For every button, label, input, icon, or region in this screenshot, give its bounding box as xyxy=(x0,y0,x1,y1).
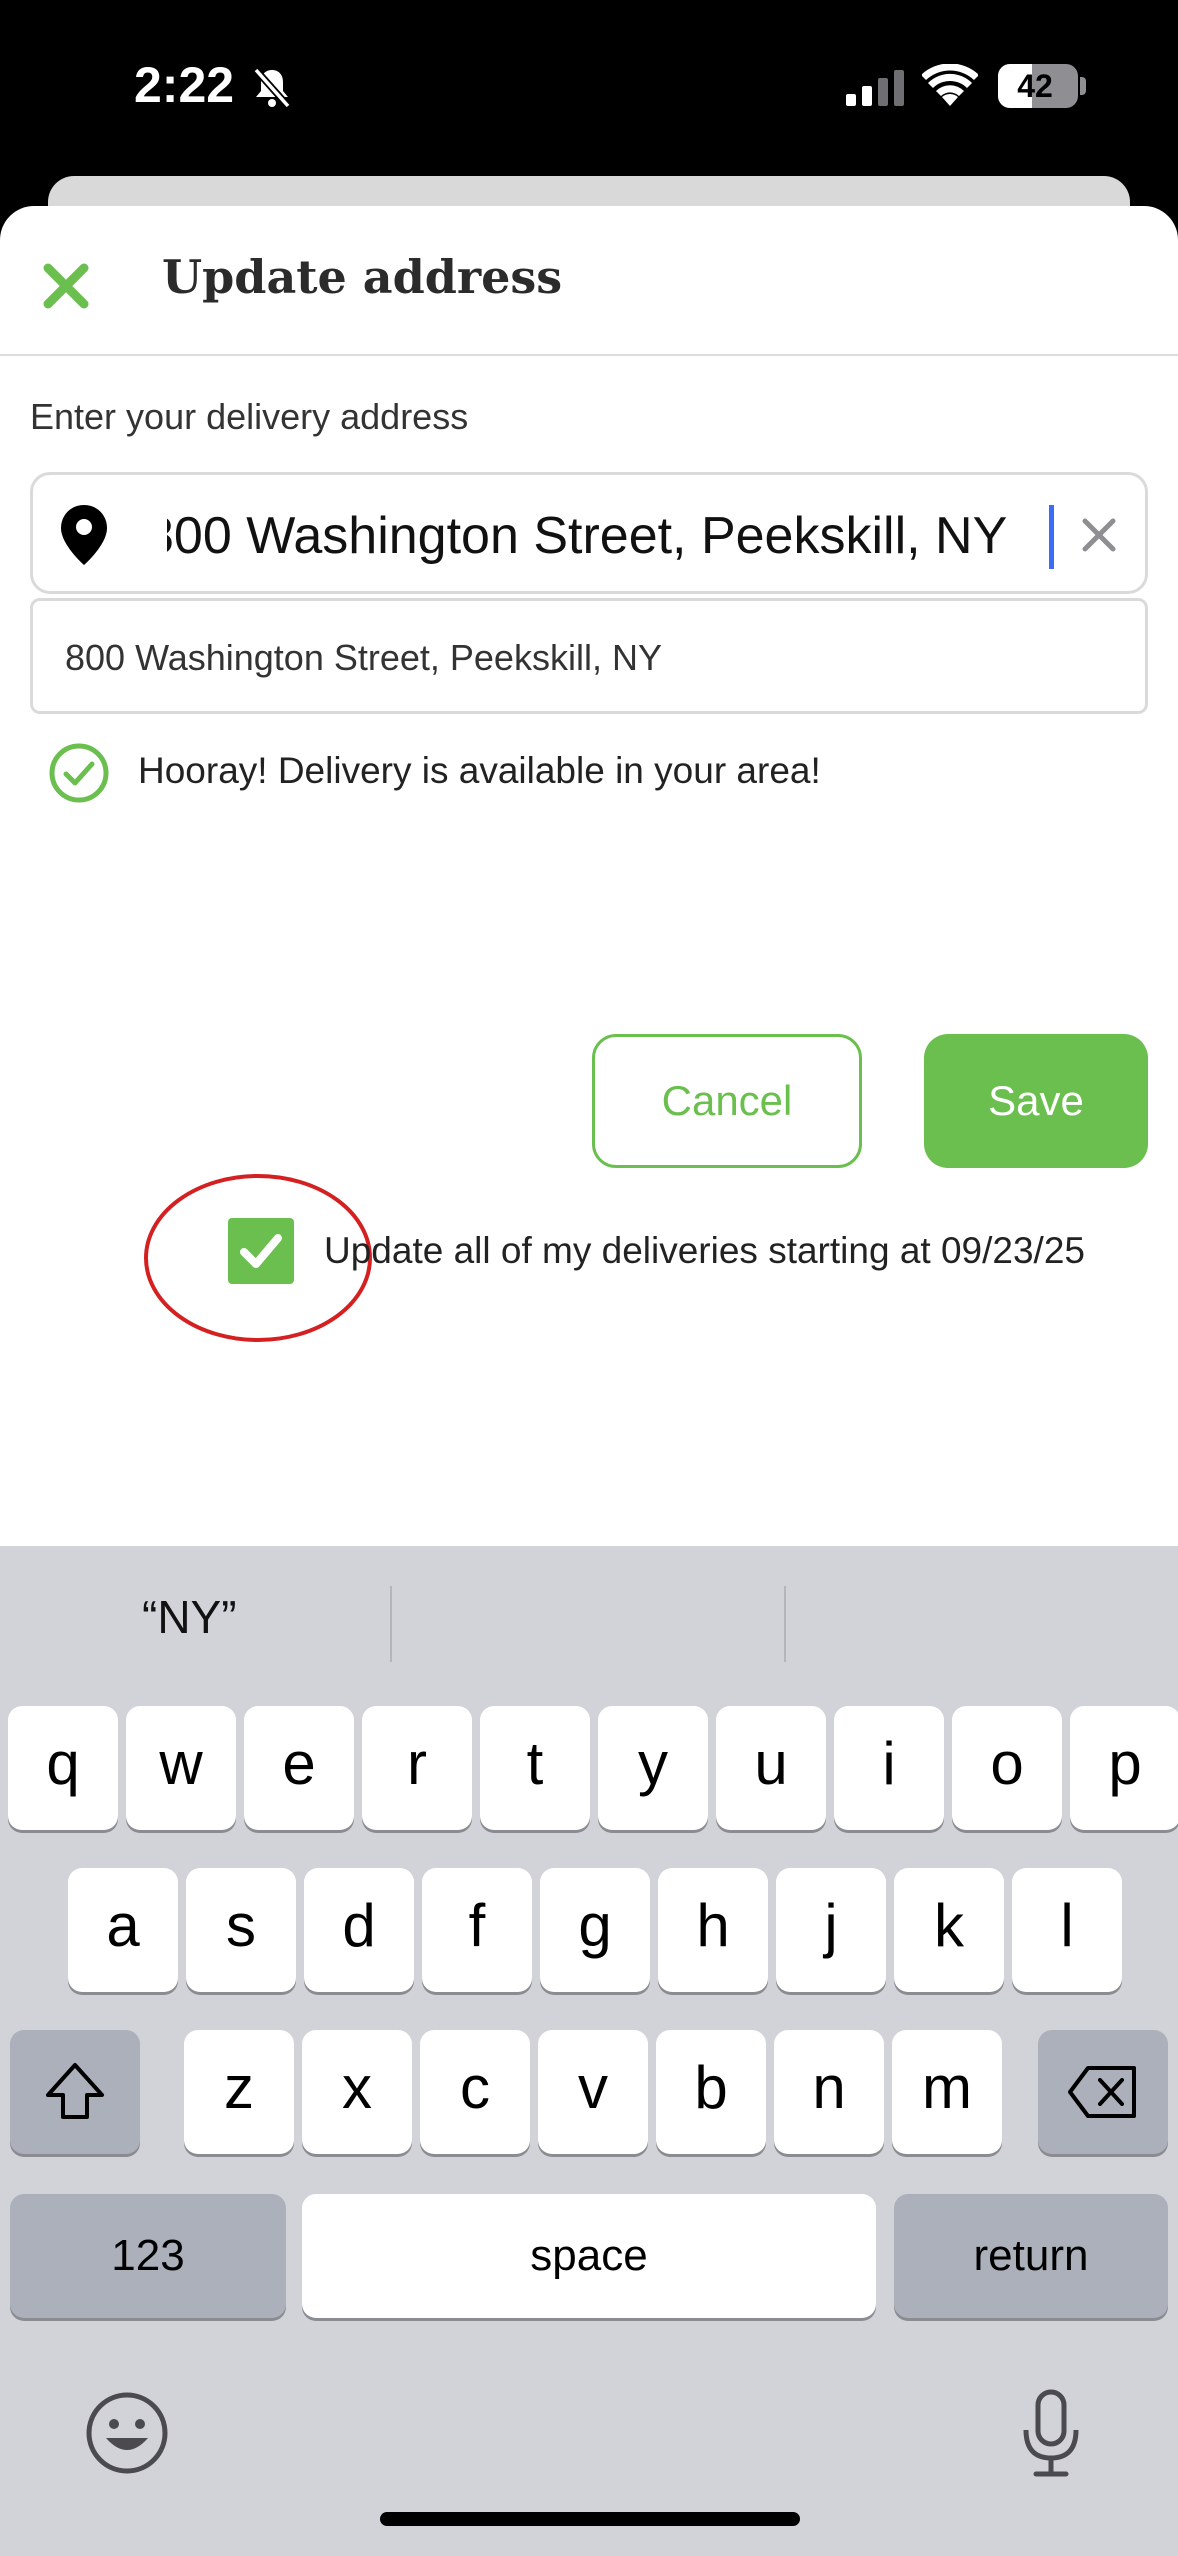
key-p[interactable]: p xyxy=(1070,1706,1178,1830)
key-d[interactable]: d xyxy=(304,1868,414,1992)
prediction-divider xyxy=(784,1586,786,1662)
emoji-icon[interactable] xyxy=(84,2390,170,2481)
save-button[interactable]: Save xyxy=(924,1034,1148,1168)
numbers-key[interactable]: 123 xyxy=(10,2194,286,2318)
checkmark-icon xyxy=(240,1234,282,1268)
key-x[interactable]: x xyxy=(302,2030,412,2154)
key-h[interactable]: h xyxy=(658,1868,768,1992)
cancel-button[interactable]: Cancel xyxy=(592,1034,862,1168)
address-input-field[interactable]: 800 Washington Street, Peekskill, NY xyxy=(30,472,1148,594)
key-f[interactable]: f xyxy=(422,1868,532,1992)
check-circle-icon xyxy=(48,742,110,809)
key-v[interactable]: v xyxy=(538,2030,648,2154)
key-l[interactable]: l xyxy=(1012,1868,1122,1992)
sheet-header: Update address xyxy=(0,206,1178,356)
page-title: Update address xyxy=(162,250,563,304)
update-address-sheet: Update address Enter your delivery addre… xyxy=(0,206,1178,1546)
key-k[interactable]: k xyxy=(894,1868,1004,1992)
address-input-value: 800 Washington Street, Peekskill, NY xyxy=(167,507,1008,565)
update-all-checkbox[interactable] xyxy=(228,1218,294,1284)
key-j[interactable]: j xyxy=(776,1868,886,1992)
key-w[interactable]: w xyxy=(126,1706,236,1830)
availability-message: Hooray! Delivery is available in your ar… xyxy=(138,750,821,791)
cellular-signal-icon xyxy=(846,70,906,111)
key-a[interactable]: a xyxy=(68,1868,178,1992)
location-pin-icon xyxy=(57,503,111,572)
return-key[interactable]: return xyxy=(894,2194,1168,2318)
key-u[interactable]: u xyxy=(716,1706,826,1830)
key-c[interactable]: c xyxy=(420,2030,530,2154)
key-t[interactable]: t xyxy=(480,1706,590,1830)
wifi-icon xyxy=(921,63,979,113)
shift-key[interactable] xyxy=(10,2030,140,2154)
key-s[interactable]: s xyxy=(186,1868,296,1992)
battery-icon: 42 xyxy=(998,64,1078,108)
status-time: 2:22 xyxy=(134,57,235,113)
close-icon[interactable] xyxy=(36,256,96,316)
update-all-label: Update all of my deliveries starting at … xyxy=(324,1230,1085,1271)
clear-input-icon[interactable] xyxy=(1077,513,1121,557)
shift-icon xyxy=(46,2063,104,2119)
suggestion-text: 800 Washington Street, Peekskill, NY xyxy=(65,637,662,678)
prediction-divider xyxy=(390,1586,392,1662)
key-g[interactable]: g xyxy=(540,1868,650,1992)
key-m[interactable]: m xyxy=(892,2030,1002,2154)
home-indicator xyxy=(380,2512,800,2526)
microphone-icon[interactable] xyxy=(1016,2386,1086,2487)
key-e[interactable]: e xyxy=(244,1706,354,1830)
address-prompt: Enter your delivery address xyxy=(30,396,469,437)
address-suggestion[interactable]: 800 Washington Street, Peekskill, NY xyxy=(30,598,1148,714)
key-i[interactable]: i xyxy=(834,1706,944,1830)
prediction-suggestion[interactable]: “NY” xyxy=(142,1590,237,1644)
status-bar: 2:22 42 xyxy=(0,0,1178,180)
battery-percent: 42 xyxy=(1017,68,1053,104)
silent-bell-icon xyxy=(250,66,294,115)
backspace-key[interactable] xyxy=(1038,2030,1168,2154)
space-key[interactable]: space xyxy=(302,2194,876,2318)
key-b[interactable]: b xyxy=(656,2030,766,2154)
key-o[interactable]: o xyxy=(952,1706,1062,1830)
key-q[interactable]: q xyxy=(8,1706,118,1830)
key-n[interactable]: n xyxy=(774,2030,884,2154)
battery-tip xyxy=(1080,77,1086,95)
backspace-icon xyxy=(1068,2066,1136,2118)
key-z[interactable]: z xyxy=(184,2030,294,2154)
key-r[interactable]: r xyxy=(362,1706,472,1830)
key-y[interactable]: y xyxy=(598,1706,708,1830)
address-input-text[interactable]: 800 Washington Street, Peekskill, NY xyxy=(167,501,1057,571)
text-caret xyxy=(1049,505,1054,569)
